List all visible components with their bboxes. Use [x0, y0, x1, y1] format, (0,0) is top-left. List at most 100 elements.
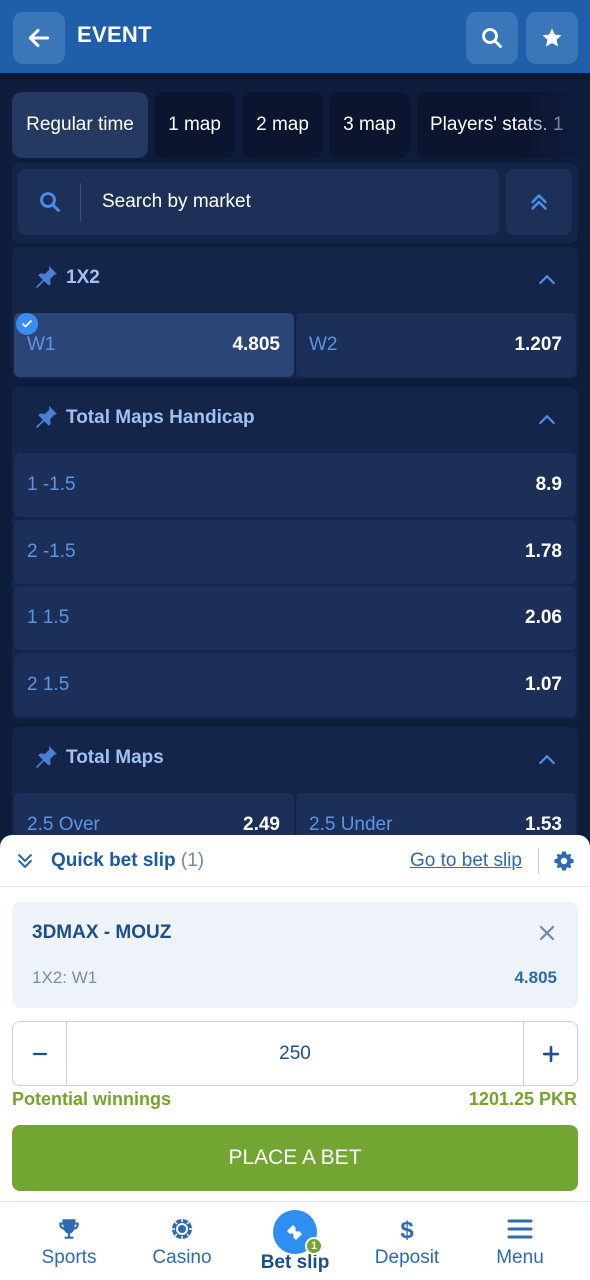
top-bar: EVENT	[0, 0, 590, 76]
bet-slip-header: Quick bet slip (1) Go to bet slip	[0, 835, 590, 887]
quick-bet-slip: Quick bet slip (1) Go to bet slip 3DMAX …	[0, 835, 590, 1201]
favorite-button[interactable]	[526, 12, 578, 64]
stake-input[interactable]: 250	[67, 1022, 523, 1085]
star-icon	[542, 28, 562, 47]
nav-label: Menu	[496, 1247, 544, 1268]
double-chevron-up-icon	[531, 194, 547, 210]
nav-label: Casino	[152, 1247, 212, 1268]
tabs-fade	[520, 92, 590, 158]
bet-slip-count: (1)	[180, 850, 205, 871]
potential-winnings-value: 1201.25 PKR	[468, 1089, 577, 1109]
svg-text:$: $	[400, 1217, 414, 1242]
page-title: EVENT	[77, 22, 152, 47]
nav-label: Bet slip	[260, 1252, 330, 1273]
increase-stake-button[interactable]	[523, 1022, 577, 1085]
bet-slip-title-text: Quick bet slip	[51, 850, 176, 871]
divider	[538, 848, 539, 874]
search-button[interactable]	[466, 12, 518, 64]
bet-odd: 4.805	[514, 968, 557, 987]
check-icon	[16, 313, 38, 335]
go-to-bet-slip-link[interactable]: Go to bet slip	[410, 850, 522, 872]
search-divider	[80, 183, 81, 221]
search-icon	[40, 192, 60, 212]
pin-icon	[35, 745, 58, 769]
event-name: 3DMAX - MOUZ	[32, 922, 172, 943]
nav-item-bet-slip[interactable]: 1 Bet slip	[259, 1202, 331, 1280]
close-icon[interactable]	[538, 924, 556, 942]
tab-2-map[interactable]: 2 map	[242, 92, 323, 158]
odd-value: 1.53	[525, 814, 562, 835]
potential-winnings-label: Potential winnings	[12, 1089, 172, 1109]
odd-button[interactable]: 1 -1.5 8.9	[14, 453, 576, 517]
odd-label: W2	[309, 334, 338, 355]
chevron-up-icon[interactable]	[538, 271, 556, 289]
arrow-left-icon	[28, 28, 50, 48]
place-bet-button[interactable]: PLACE A BET	[12, 1125, 578, 1191]
pin-icon	[35, 265, 58, 289]
menu-icon	[507, 1219, 533, 1239]
odd-value: 2.06	[525, 607, 562, 628]
minus-icon	[32, 1052, 47, 1055]
odd-label: 1 1.5	[27, 607, 70, 628]
odd-label: W1	[27, 334, 56, 355]
bottom-navigation: Sports Casino 1 Bet slip $ Deposit Menu	[0, 1201, 590, 1280]
market-header[interactable]: Total Maps Handicap	[12, 387, 578, 451]
odd-value: 4.805	[232, 334, 280, 355]
odd-value: 8.9	[535, 474, 562, 495]
tab-label: 3 map	[343, 114, 396, 135]
search-icon	[482, 28, 502, 48]
nav-item-casino[interactable]: Casino	[150, 1202, 214, 1280]
market-title: Total Maps Handicap	[66, 407, 255, 428]
back-button[interactable]	[13, 12, 65, 64]
stake-stepper: 250	[12, 1021, 578, 1086]
market-header[interactable]: Total Maps	[12, 727, 578, 791]
odd-button-w1[interactable]: W1 4.805	[14, 313, 294, 377]
odd-label: 1 -1.5	[27, 474, 76, 495]
search-placeholder: Search by market	[102, 191, 251, 212]
odd-value: 1.78	[525, 541, 562, 562]
plus-icon	[542, 1045, 559, 1062]
odd-label: 2 1.5	[27, 674, 70, 695]
chevron-up-icon[interactable]	[538, 751, 556, 769]
tab-label: 2 map	[256, 114, 309, 135]
nav-item-menu[interactable]: Menu	[494, 1202, 546, 1280]
odd-button[interactable]: 2 1.5 1.07	[14, 653, 576, 717]
odd-value: 1.207	[514, 334, 562, 355]
odd-value: 1.07	[525, 674, 562, 695]
market-header[interactable]: 1X2	[12, 247, 578, 311]
market-title: 1X2	[66, 267, 100, 288]
casino-chip-icon	[172, 1219, 192, 1239]
nav-label: Deposit	[374, 1247, 440, 1268]
nav-item-sports[interactable]: Sports	[38, 1202, 100, 1280]
odd-button[interactable]: 1 1.5 2.06	[14, 586, 576, 650]
odd-label: 2.5 Under	[309, 814, 393, 835]
bet-slip-title: Quick bet slip (1)	[51, 850, 204, 872]
odd-label: 2 -1.5	[27, 541, 76, 562]
chevron-up-icon[interactable]	[538, 411, 556, 429]
market-1x2: 1X2 W1 4.805 W2 1.207	[12, 247, 578, 379]
collapse-all-button[interactable]	[506, 169, 572, 235]
tab-3-map[interactable]: 3 map	[329, 92, 410, 158]
market-total-maps-handicap: Total Maps Handicap 1 -1.5 8.9 2 -1.5 1.…	[12, 387, 578, 719]
odd-button[interactable]: 2 -1.5 1.78	[14, 520, 576, 584]
dollar-icon: $	[400, 1217, 414, 1242]
trophy-icon	[59, 1219, 79, 1239]
double-chevron-down-icon[interactable]	[15, 851, 35, 871]
period-tabs: Regular time 1 map 2 map 3 map Players' …	[12, 92, 590, 158]
market-search-bar: Search by market	[12, 163, 578, 243]
pin-icon	[35, 405, 58, 429]
odd-label: 2.5 Over	[27, 814, 100, 835]
tab-label: 1 map	[168, 114, 221, 135]
nav-item-deposit[interactable]: $ Deposit	[373, 1202, 441, 1280]
tab-regular-time[interactable]: Regular time	[12, 92, 148, 158]
decrease-stake-button[interactable]	[13, 1022, 67, 1085]
bet-card: 3DMAX - MOUZ 1X2: W1 4.805	[12, 902, 578, 1008]
search-input[interactable]: Search by market	[18, 169, 499, 235]
odd-value: 2.49	[243, 814, 280, 835]
nav-label: Sports	[41, 1247, 97, 1268]
tab-label: Regular time	[26, 114, 134, 135]
tab-1-map[interactable]: 1 map	[154, 92, 235, 158]
bet-slip-badge: 1	[305, 1237, 323, 1255]
gear-icon[interactable]	[553, 850, 575, 872]
odd-button-w2[interactable]: W2 1.207	[296, 313, 576, 377]
